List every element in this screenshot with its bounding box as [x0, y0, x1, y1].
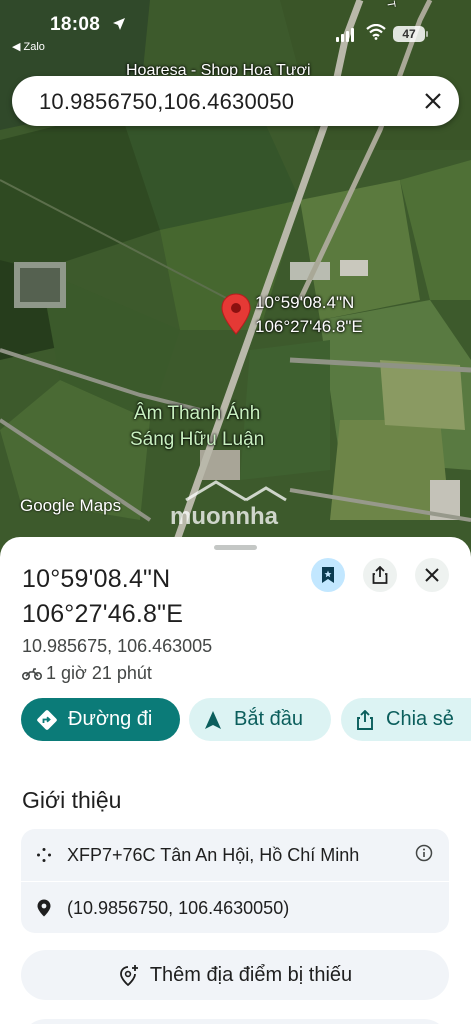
place-bottom-sheet[interactable]: 10°59'08.4"N 106°27'46.8"E 10.985675, 10… — [0, 537, 471, 1024]
watermark-logo: muonnha — [170, 480, 287, 530]
close-icon — [425, 568, 439, 582]
bookmark-icon — [322, 567, 334, 583]
plus-code-text: XFP7+76C Tân An Hội, Hồ Chí Minh — [67, 844, 360, 865]
battery-tip — [426, 31, 428, 37]
map-place-label-poi[interactable]: Âm Thanh Ánh Sáng Hữu Luận — [130, 401, 264, 453]
decimal-coordinates: 10.985675, 106.463005 — [22, 636, 213, 656]
location-pin-icon — [33, 897, 55, 919]
plus-code-row[interactable]: XFP7+76C Tân An Hội, Hồ Chí Minh — [21, 829, 449, 881]
directions-icon — [37, 709, 57, 730]
location-arrow-icon — [113, 18, 125, 30]
travel-time-text: 1 giờ 21 phút — [46, 663, 152, 683]
cellular-signal-icon — [336, 28, 354, 42]
next-action-button[interactable] — [21, 1019, 449, 1024]
place-title: 10°59'08.4"N 106°27'46.8"E — [22, 562, 183, 632]
clock: 18:08 — [50, 14, 101, 35]
back-to-app-link[interactable]: ◀ Zalo — [12, 40, 45, 53]
place-title-lng: 106°27'46.8"E — [22, 600, 184, 628]
add-missing-place-button[interactable]: Thêm địa điểm bị thiếu — [21, 950, 449, 1000]
battery-indicator: 47 — [393, 26, 425, 42]
plus-code-icon — [33, 844, 55, 866]
share-icon — [372, 566, 388, 584]
motorbike-icon — [22, 667, 42, 680]
start-button[interactable]: Bắt đầu — [189, 698, 331, 741]
add-location-icon — [119, 965, 138, 986]
save-button[interactable] — [311, 558, 345, 592]
pin-longitude: 106°27'46.8"E — [255, 317, 363, 336]
share-icon — [357, 709, 373, 730]
poi-label-line2: Sáng Hữu Luận — [130, 429, 265, 450]
coordinates-text: (10.9856750, 106.4630050) — [67, 897, 290, 918]
share-label: Chia sẻ — [386, 708, 454, 730]
search-bar[interactable]: 10.9856750,106.4630050 — [12, 76, 459, 126]
about-section-title: Giới thiệu — [22, 787, 122, 813]
svg-text:muonnha: muonnha — [170, 503, 279, 530]
poi-label-line1: Âm Thanh Ánh — [133, 403, 261, 424]
map-pin-icon[interactable] — [221, 293, 251, 335]
drag-handle[interactable] — [214, 545, 257, 550]
directions-button[interactable]: Đường đi — [21, 698, 180, 741]
start-label: Bắt đầu — [234, 708, 303, 730]
coordinates-row[interactable]: (10.9856750, 106.4630050) — [21, 882, 449, 933]
google-maps-logo: Google Maps — [20, 496, 122, 515]
about-card: XFP7+76C Tân An Hội, Hồ Chí Minh (10.985… — [21, 829, 449, 933]
close-button[interactable] — [415, 558, 449, 592]
wifi-icon — [366, 24, 386, 40]
pin-latitude: 10°59'08.4"N — [255, 293, 355, 312]
clear-search-icon[interactable] — [421, 89, 445, 113]
navigation-arrow-icon — [205, 710, 221, 729]
share-button[interactable] — [363, 558, 397, 592]
search-input[interactable]: 10.9856750,106.4630050 — [39, 89, 294, 115]
map-view[interactable]: 18:08 ◀ Zalo 47 Hoaresa - Shop Hoa Tươi … — [0, 0, 471, 560]
add-missing-place-label: Thêm địa điểm bị thiếu — [149, 963, 353, 986]
place-title-lat: 10°59'08.4"N — [22, 565, 171, 593]
info-icon[interactable] — [415, 844, 433, 862]
status-bar: 18:08 ◀ Zalo 47 — [0, 0, 471, 60]
travel-time: 1 giờ 21 phút — [22, 663, 152, 684]
pin-coordinates-label: 10°59'08.4"N 106°27'46.8"E — [255, 291, 363, 339]
directions-label: Đường đi — [68, 708, 153, 730]
share-pill-button[interactable]: Chia sẻ — [341, 698, 471, 741]
